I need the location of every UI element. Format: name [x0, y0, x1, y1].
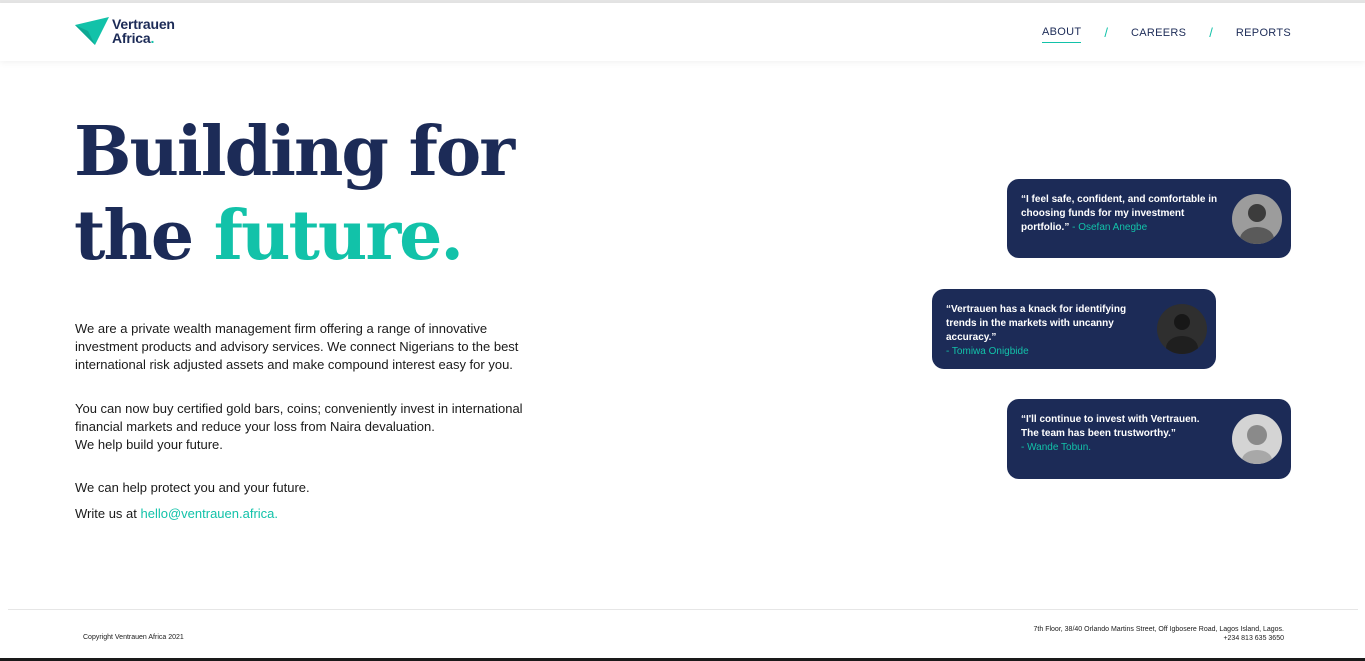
paragraph-1: We are a private wealth management firm … — [75, 321, 519, 372]
avatar — [1232, 194, 1282, 244]
nav-separator: / — [1209, 25, 1213, 40]
hero-line1: Building for — [74, 112, 515, 192]
site-header: Vertrauen Africa. ABOUT / CAREERS / REPO… — [0, 3, 1365, 61]
contact-line: Write us at hello@ventrauen.africa. — [75, 505, 545, 523]
protect-paragraph: We can help protect you and your future. — [75, 479, 545, 497]
intro-paragraph: We are a private wealth management firm … — [75, 320, 545, 374]
hero-title: Building for the future. — [74, 110, 515, 278]
triangle-logo-icon — [75, 17, 109, 45]
testimonial-quote: “Vertrauen has a knack for identifying t… — [946, 303, 1150, 359]
person-avatar-icon — [1232, 194, 1282, 244]
testimonial-card: “I feel safe, confident, and comfortable… — [1007, 179, 1291, 258]
avatar — [1232, 414, 1282, 464]
brand-name-line2: Africa — [112, 30, 151, 46]
quote-author: - Wande Tobun. — [1021, 442, 1092, 453]
nav-separator: / — [1104, 25, 1109, 40]
hero-line2: the — [74, 196, 214, 276]
paragraph-2: You can now buy certified gold bars, coi… — [75, 401, 523, 434]
address-text: 7th Floor, 38/40 Orlando Martins Street,… — [1033, 626, 1284, 633]
paragraph-3: We can help protect you and your future. — [75, 480, 310, 495]
nav-about[interactable]: ABOUT — [1041, 26, 1082, 43]
brand-dot: . — [150, 30, 155, 46]
footer-divider — [8, 609, 1358, 610]
nav-careers[interactable]: CAREERS — [1131, 27, 1186, 43]
testimonial-card: “I'll continue to invest with Vertrauen.… — [1007, 399, 1291, 479]
copyright-text: Copyright Ventrauen Africa 2021 — [83, 634, 184, 641]
write-us-label: Write us at — [75, 506, 141, 521]
email-link[interactable]: hello@ventrauen.africa. — [141, 506, 279, 521]
quote-text: “Vertrauen has a knack for identifying t… — [946, 304, 1127, 343]
footer-address: 7th Floor, 38/40 Orlando Martins Street,… — [1034, 625, 1284, 643]
brand-name: Vertrauen Africa. — [112, 17, 175, 45]
testimonial-card: “Vertrauen has a knack for identifying t… — [932, 289, 1216, 369]
testimonial-quote: “I feel safe, confident, and comfortable… — [1021, 193, 1225, 235]
phone-text: +234 813 635 3650 — [1223, 635, 1284, 642]
avatar — [1157, 304, 1207, 354]
person-avatar-icon — [1157, 304, 1207, 354]
nav-reports[interactable]: REPORTS — [1236, 27, 1291, 43]
brand-logo[interactable]: Vertrauen Africa. — [75, 17, 175, 45]
services-paragraph: You can now buy certified gold bars, coi… — [75, 400, 535, 454]
brand-name-line1: Vertrauen — [112, 16, 175, 32]
testimonial-quote: “I'll continue to invest with Vertrauen.… — [1021, 413, 1211, 455]
person-avatar-icon — [1232, 414, 1282, 464]
main-nav: ABOUT / CAREERS / REPORTS — [1041, 25, 1291, 44]
quote-author: - Tomiwa Onigbide — [946, 346, 1029, 357]
paragraph-2b: We help build your future. — [75, 437, 223, 452]
quote-text: “I'll continue to invest with Vertrauen.… — [1021, 414, 1200, 439]
hero-accent: future. — [213, 196, 464, 276]
quote-author: - Osefan Anegbe — [1069, 222, 1148, 233]
